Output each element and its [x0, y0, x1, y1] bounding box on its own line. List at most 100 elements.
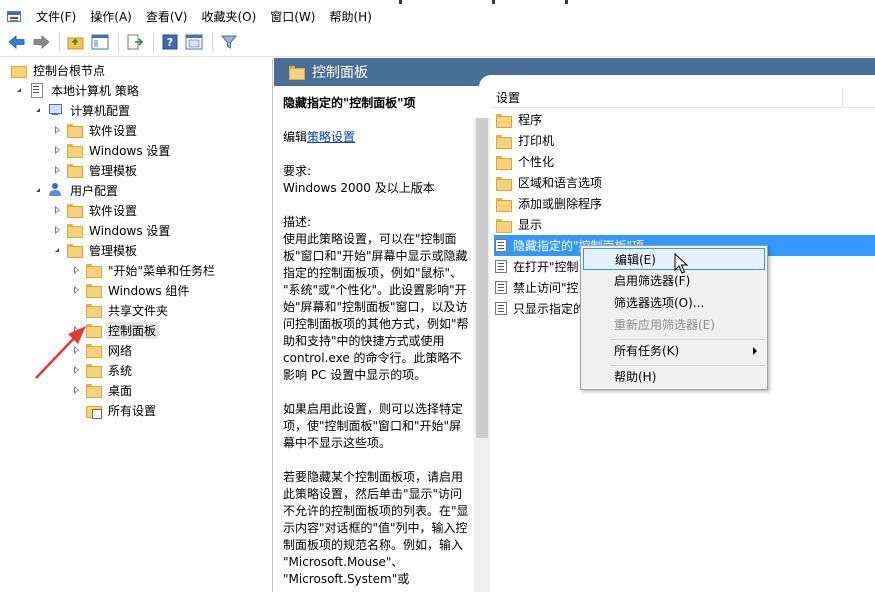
desc-line: 幕中不显示这些项。	[283, 436, 392, 450]
collapse-icon[interactable]	[33, 105, 43, 115]
tree-item-computer-config[interactable]: 计算机配置	[33, 100, 132, 120]
tree-item-computer-software[interactable]: 软件设置	[52, 120, 139, 140]
requirements-label: 要求:	[283, 164, 312, 178]
desc-line: 示内容"对话框的"值"列中，输入控	[283, 521, 468, 535]
tree-item-desktop[interactable]: 桌面	[71, 380, 134, 400]
desc-line: 若要隐藏某个控制面板项，请启用	[283, 470, 464, 484]
tree-item-user-software[interactable]: 软件设置	[52, 200, 139, 220]
tree-item-user-windows[interactable]: Windows 设置	[52, 220, 172, 240]
desc-line: 此策略设置，然后单击"显示"访问	[283, 487, 463, 501]
description-scrollbar[interactable]	[474, 118, 490, 592]
desc-line: "系统"或"个性化"。此设置影响"开	[283, 283, 467, 297]
folder-icon	[495, 155, 512, 170]
expand-icon[interactable]	[71, 265, 81, 275]
folder-icon	[495, 134, 512, 149]
requirements-value: Windows 2000 及以上版本	[283, 181, 435, 195]
folder-icon	[85, 383, 102, 398]
properties-button[interactable]	[183, 31, 205, 53]
folder-icon	[85, 263, 102, 278]
tree-item-start-menu[interactable]: "开始"菜单和任务栏	[71, 260, 217, 280]
toolbar: ?	[0, 28, 875, 57]
export-list-button[interactable]	[124, 31, 146, 53]
list-item[interactable]: 个性化	[494, 151, 875, 172]
list-item[interactable]: 区域和语言选项	[494, 172, 875, 193]
help-button[interactable]: ?	[159, 31, 181, 53]
context-menu-reapply-filter: 重新应用筛选器(E)	[614, 318, 715, 332]
expand-icon[interactable]	[71, 385, 81, 395]
forward-button[interactable]	[30, 31, 52, 53]
desc-line: 影响 PC 设置中显示的项。	[283, 368, 427, 382]
desc-line: 使用此策略设置，可以在"控制面	[283, 232, 457, 246]
desc-line: control.exe 的命令行。此策略不	[283, 351, 462, 365]
computer-icon	[47, 103, 63, 117]
menu-bar: 文件(F) 操作(A) 查看(V) 收藏夹(O) 窗口(W) 帮助(H)	[0, 6, 875, 28]
tree-item-user-config[interactable]: 用户配置	[33, 180, 120, 200]
tree-item-root[interactable]: 控制台根节点	[10, 60, 107, 80]
collapse-icon[interactable]	[14, 85, 24, 95]
up-folder-icon	[67, 37, 84, 50]
tree-item-computer-admin[interactable]: 管理模板	[52, 160, 139, 180]
desc-line: "Microsoft.System"或	[283, 572, 410, 586]
desc-line: 项，使"控制面板"窗口和"开始"屏	[283, 419, 462, 433]
column-header-setting[interactable]: 设置	[491, 88, 843, 108]
show-tree-icon	[91, 34, 109, 50]
menu-help[interactable]: 帮助(H)	[322, 6, 378, 28]
menu-window[interactable]: 窗口(W)	[263, 6, 322, 28]
menu-file[interactable]: 文件(F)	[29, 6, 83, 28]
details-pane: 控制面板 隐藏指定的"控制面板"项 编辑策略设置 要求: Windows 200…	[274, 58, 875, 592]
mouse-cursor-icon	[674, 253, 688, 274]
context-menu-all-tasks[interactable]: 所有任务(K)	[583, 340, 765, 362]
desc-line: "Microsoft.Mouse"、	[283, 555, 404, 569]
back-arrow-icon	[8, 35, 25, 49]
svg-text:?: ?	[167, 36, 173, 49]
column-header-extra[interactable]	[843, 88, 875, 108]
show-hide-tree-button[interactable]	[89, 31, 111, 53]
list-item[interactable]: 显示	[494, 214, 875, 235]
toolbar-separator	[212, 32, 213, 52]
all-settings-icon	[85, 403, 102, 419]
expand-icon[interactable]	[52, 125, 62, 135]
list-item[interactable]: 打印机	[494, 130, 875, 151]
folder-icon	[66, 163, 83, 178]
scrollbar-thumb[interactable]	[476, 118, 488, 438]
tree-item-shared-folders[interactable]: 共享文件夹	[85, 300, 170, 320]
policy-setting-icon	[495, 260, 507, 273]
expand-icon[interactable]	[52, 225, 62, 235]
tree-item-windows-components[interactable]: Windows 组件	[71, 280, 191, 300]
policy-settings-link[interactable]: 策略设置	[307, 130, 355, 144]
description-heading: 隐藏指定的"控制面板"项	[283, 96, 416, 110]
desc-line: 问控制面板项的其他方式，例如"帮	[283, 317, 469, 331]
collapse-icon[interactable]	[33, 185, 43, 195]
tree-item-computer-windows[interactable]: Windows 设置	[52, 140, 172, 160]
edit-line: 编辑策略设置	[283, 130, 356, 144]
description-label: 描述:	[283, 215, 312, 229]
back-button[interactable]	[6, 31, 28, 53]
help-icon: ?	[162, 34, 178, 50]
up-level-button[interactable]	[65, 31, 87, 53]
collapse-icon[interactable]	[52, 245, 62, 255]
menu-view[interactable]: 查看(V)	[139, 6, 195, 28]
menu-favorites[interactable]: 收藏夹(O)	[194, 6, 263, 28]
extended-description: 隐藏指定的"控制面板"项 编辑策略设置 要求: Windows 2000 及以上…	[283, 95, 473, 588]
desc-line: 不允许的控制面板项的列表。在"显	[283, 504, 469, 518]
expand-icon[interactable]	[52, 165, 62, 175]
expand-icon[interactable]	[52, 145, 62, 155]
filter-button[interactable]	[218, 31, 240, 53]
list-header: 设置	[491, 88, 875, 108]
expand-icon[interactable]	[71, 285, 81, 295]
context-menu-filter-options[interactable]: 筛选器选项(O)...	[583, 292, 765, 314]
folder-icon	[495, 197, 512, 212]
expand-icon[interactable]	[52, 205, 62, 215]
list-item[interactable]: 添加或删除程序	[494, 193, 875, 214]
user-icon	[47, 183, 63, 197]
context-menu-help[interactable]: 帮助(H)	[583, 366, 765, 388]
desc-line: 如果启用此设置，则可以选择特定	[283, 402, 464, 416]
tree-item-all-settings[interactable]: 所有设置	[85, 400, 158, 420]
menu-action[interactable]: 操作(A)	[83, 6, 139, 28]
tree-item-local-policy[interactable]: 本地计算机 策略	[14, 80, 141, 100]
red-annotation-arrow	[35, 326, 86, 379]
tree-item-user-admin[interactable]: 管理模板	[52, 240, 139, 260]
folder-icon	[495, 113, 512, 128]
folder-icon	[66, 243, 83, 258]
list-item[interactable]: 程序	[494, 109, 875, 130]
